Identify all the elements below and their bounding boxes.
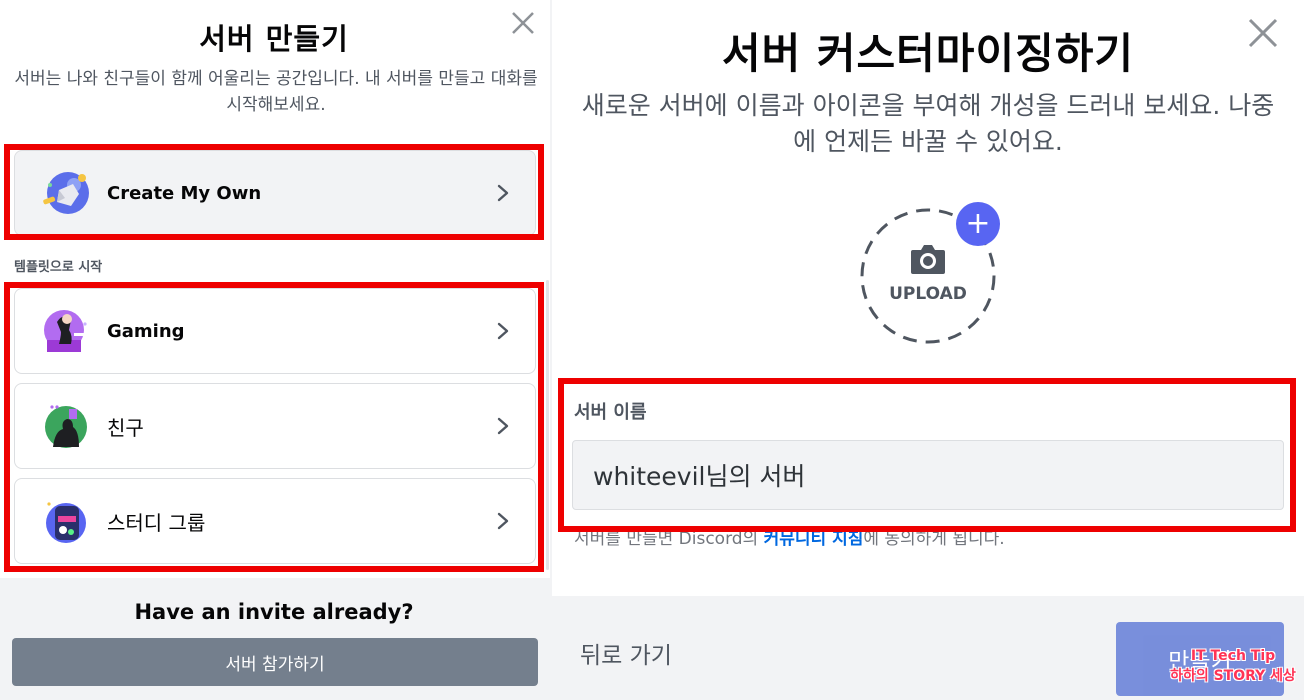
gaming-illustration-icon bbox=[44, 310, 87, 352]
scrollbar[interactable] bbox=[546, 280, 549, 570]
terms-notice: 서버를 만들면 Discord의 커뮤니티 지침에 동의하게 됩니다. bbox=[574, 524, 1294, 549]
study-group-illustration-icon bbox=[46, 502, 86, 543]
icon-upload[interactable]: UPLOAD + bbox=[856, 202, 1000, 346]
create-my-own-option[interactable]: Create My Own bbox=[14, 150, 536, 236]
create-server-illustration-icon bbox=[43, 172, 89, 214]
template-friends-label: 친구 bbox=[107, 415, 144, 440]
modal-description: 새로운 서버에 이름과 아이콘을 부여해 개성을 드러내 보세요. 나중에 언제… bbox=[581, 91, 1275, 156]
modal-title: 서버 커스터마이징하기 bbox=[721, 29, 1135, 78]
close-icon[interactable] bbox=[508, 8, 538, 38]
template-gaming-option[interactable]: Gaming bbox=[14, 288, 536, 374]
join-server-button[interactable]: 서버 참가하기 bbox=[12, 638, 538, 686]
watermark-line-1: IT Tech Tip bbox=[1190, 648, 1276, 664]
friends-illustration-icon bbox=[45, 405, 87, 448]
chevron-right-icon bbox=[497, 512, 509, 530]
terms-prefix: 서버를 만들면 Discord의 bbox=[574, 529, 764, 549]
invite-title: Have an invite already? bbox=[134, 600, 414, 624]
chevron-right-icon bbox=[497, 184, 509, 202]
template-section-label: 템플릿으로 시작 bbox=[14, 260, 103, 275]
modal-title: 서버 만들기 bbox=[199, 22, 349, 56]
create-my-own-label: Create My Own bbox=[107, 182, 262, 204]
modal-footer: Have an invite already? 서버 참가하기 bbox=[0, 578, 552, 700]
create-server-modal: 서버 만들기 서버는 나와 친구들이 함께 어울리는 공간입니다. 내 서버를 … bbox=[0, 0, 552, 700]
back-button[interactable]: 뒤로 가기 bbox=[580, 636, 672, 670]
template-study-group-label: 스터디 그룹 bbox=[107, 510, 206, 535]
modal-description: 서버는 나와 친구들이 함께 어울리는 공간입니다. 내 서버를 만들고 대화를… bbox=[14, 69, 538, 115]
template-friends-option[interactable]: 친구 bbox=[14, 383, 536, 469]
community-guidelines-link[interactable]: 커뮤니티 지침 bbox=[764, 529, 864, 549]
chevron-right-icon bbox=[497, 322, 509, 340]
watermark-line-2: 하하의 STORY 세상 bbox=[1170, 668, 1296, 684]
upload-label: UPLOAD bbox=[889, 284, 967, 304]
watermark: IT Tech Tip 하하의 STORY 세상 bbox=[1166, 646, 1300, 686]
template-gaming-label: Gaming bbox=[107, 320, 185, 342]
terms-suffix: 에 동의하게 됩니다. bbox=[863, 529, 1005, 549]
customize-server-modal: 서버 커스터마이징하기 새로운 서버에 이름과 아이콘을 부여해 개성을 드러내… bbox=[552, 0, 1304, 700]
camera-icon bbox=[911, 245, 945, 274]
server-name-input[interactable] bbox=[572, 440, 1284, 510]
close-icon[interactable] bbox=[1244, 14, 1282, 52]
plus-icon[interactable]: + bbox=[956, 202, 1000, 246]
template-study-group-option[interactable]: 스터디 그룹 bbox=[14, 478, 536, 564]
chevron-right-icon bbox=[497, 417, 509, 435]
server-name-label: 서버 이름 bbox=[574, 402, 647, 423]
